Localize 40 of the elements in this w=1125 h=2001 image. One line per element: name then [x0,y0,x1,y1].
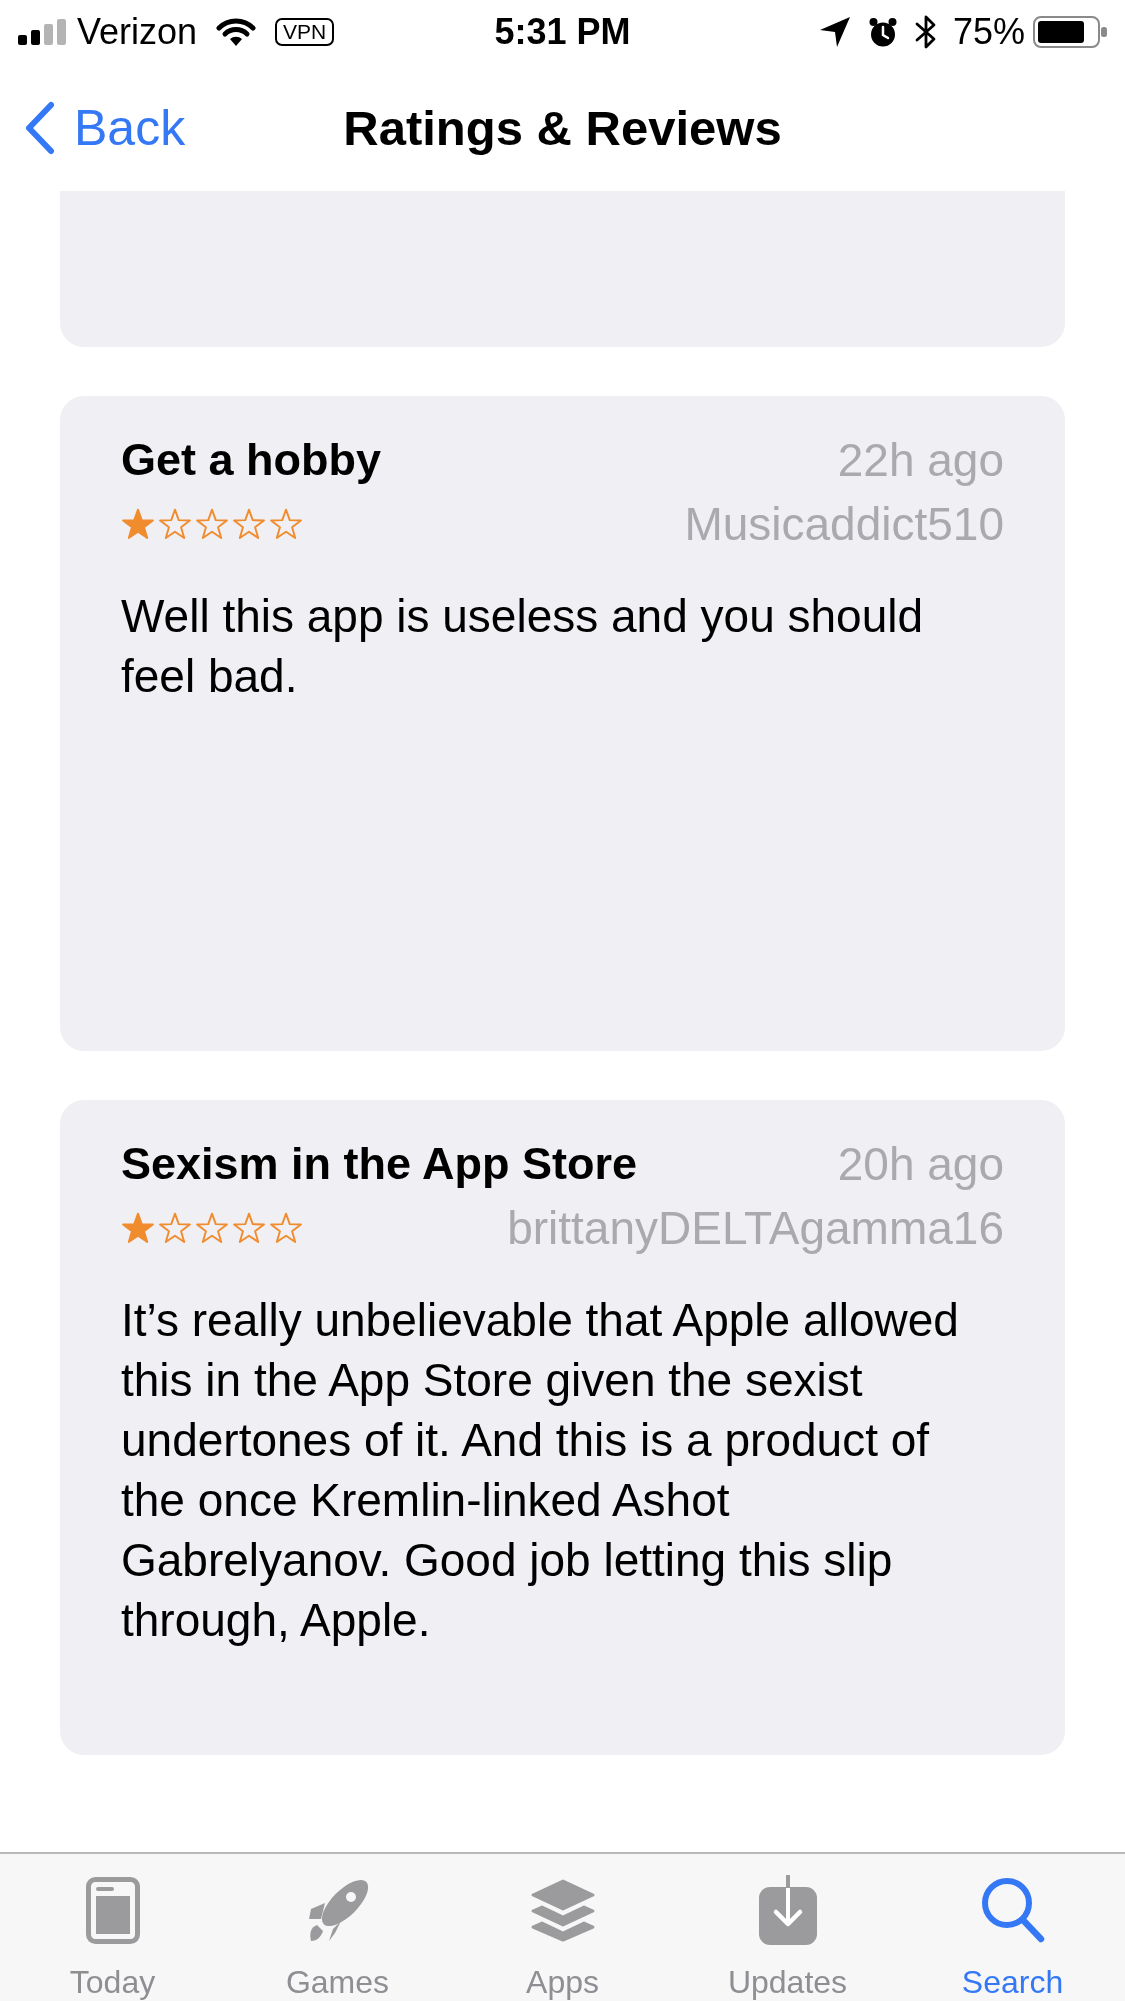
tab-bar-item[interactable]: Updates [675,1854,900,2001]
battery-icon [1033,16,1107,48]
filled-star-icon [121,1212,155,1244]
tab-bar-item[interactable]: Games [225,1854,450,2001]
empty-star-icon [195,1212,229,1244]
alarm-clock-icon [868,17,897,47]
download-tray-icon [758,1875,817,1945]
empty-star-icon [158,1212,192,1244]
location-arrow-icon [819,17,850,47]
page-title: Ratings & Reviews [343,99,782,157]
tab-bar-item[interactable]: Today [0,1854,225,2001]
empty-star-icon [269,1212,303,1244]
status-time: 5:31 PM [494,12,631,52]
reviewer-name: Musicaddict510 [684,497,1004,552]
carrier-name: Verizon [77,12,198,52]
empty-star-icon [158,508,192,540]
review-date: 22h ago [837,433,1004,488]
vpn-indicator: VPN [275,18,335,46]
reviewer-name: brittanyDELTAgamma16 [507,1201,1004,1256]
empty-star-icon [195,508,229,540]
review-title: Sexism in the App Store [121,1137,637,1191]
stacked-layers-icon [529,1877,596,1943]
empty-star-icon [269,508,303,540]
filled-star-icon [121,508,155,540]
battery-percentage: 75% [952,12,1025,52]
empty-star-icon [232,1212,266,1244]
empty-star-icon [232,508,266,540]
signal-bars-icon [18,19,66,45]
tab-bar-item[interactable]: Apps [450,1854,675,2001]
search-icon [980,1876,1045,1944]
chevron-left-icon [25,100,55,155]
review-text: Well this app is useless and you should feel bad. [121,589,925,704]
tab-bar-item[interactable]: Search [900,1854,1125,2001]
review-text: It’s really unbelievable that Apple allowed this in the App Store given the sexist undertones of it. And this is a product of the once Kremlin-linked Ashot Gabrelyanov. Good job letting this slip through, Apple. [121,1293,960,1648]
review-date: 20h ago [837,1137,1004,1192]
back-button[interactable]: Back [25,97,186,158]
review-title: Get a hobby [121,433,382,487]
newspaper-page-icon [85,1876,140,1944]
wifi-icon [216,17,257,47]
bluetooth-icon [914,15,937,49]
